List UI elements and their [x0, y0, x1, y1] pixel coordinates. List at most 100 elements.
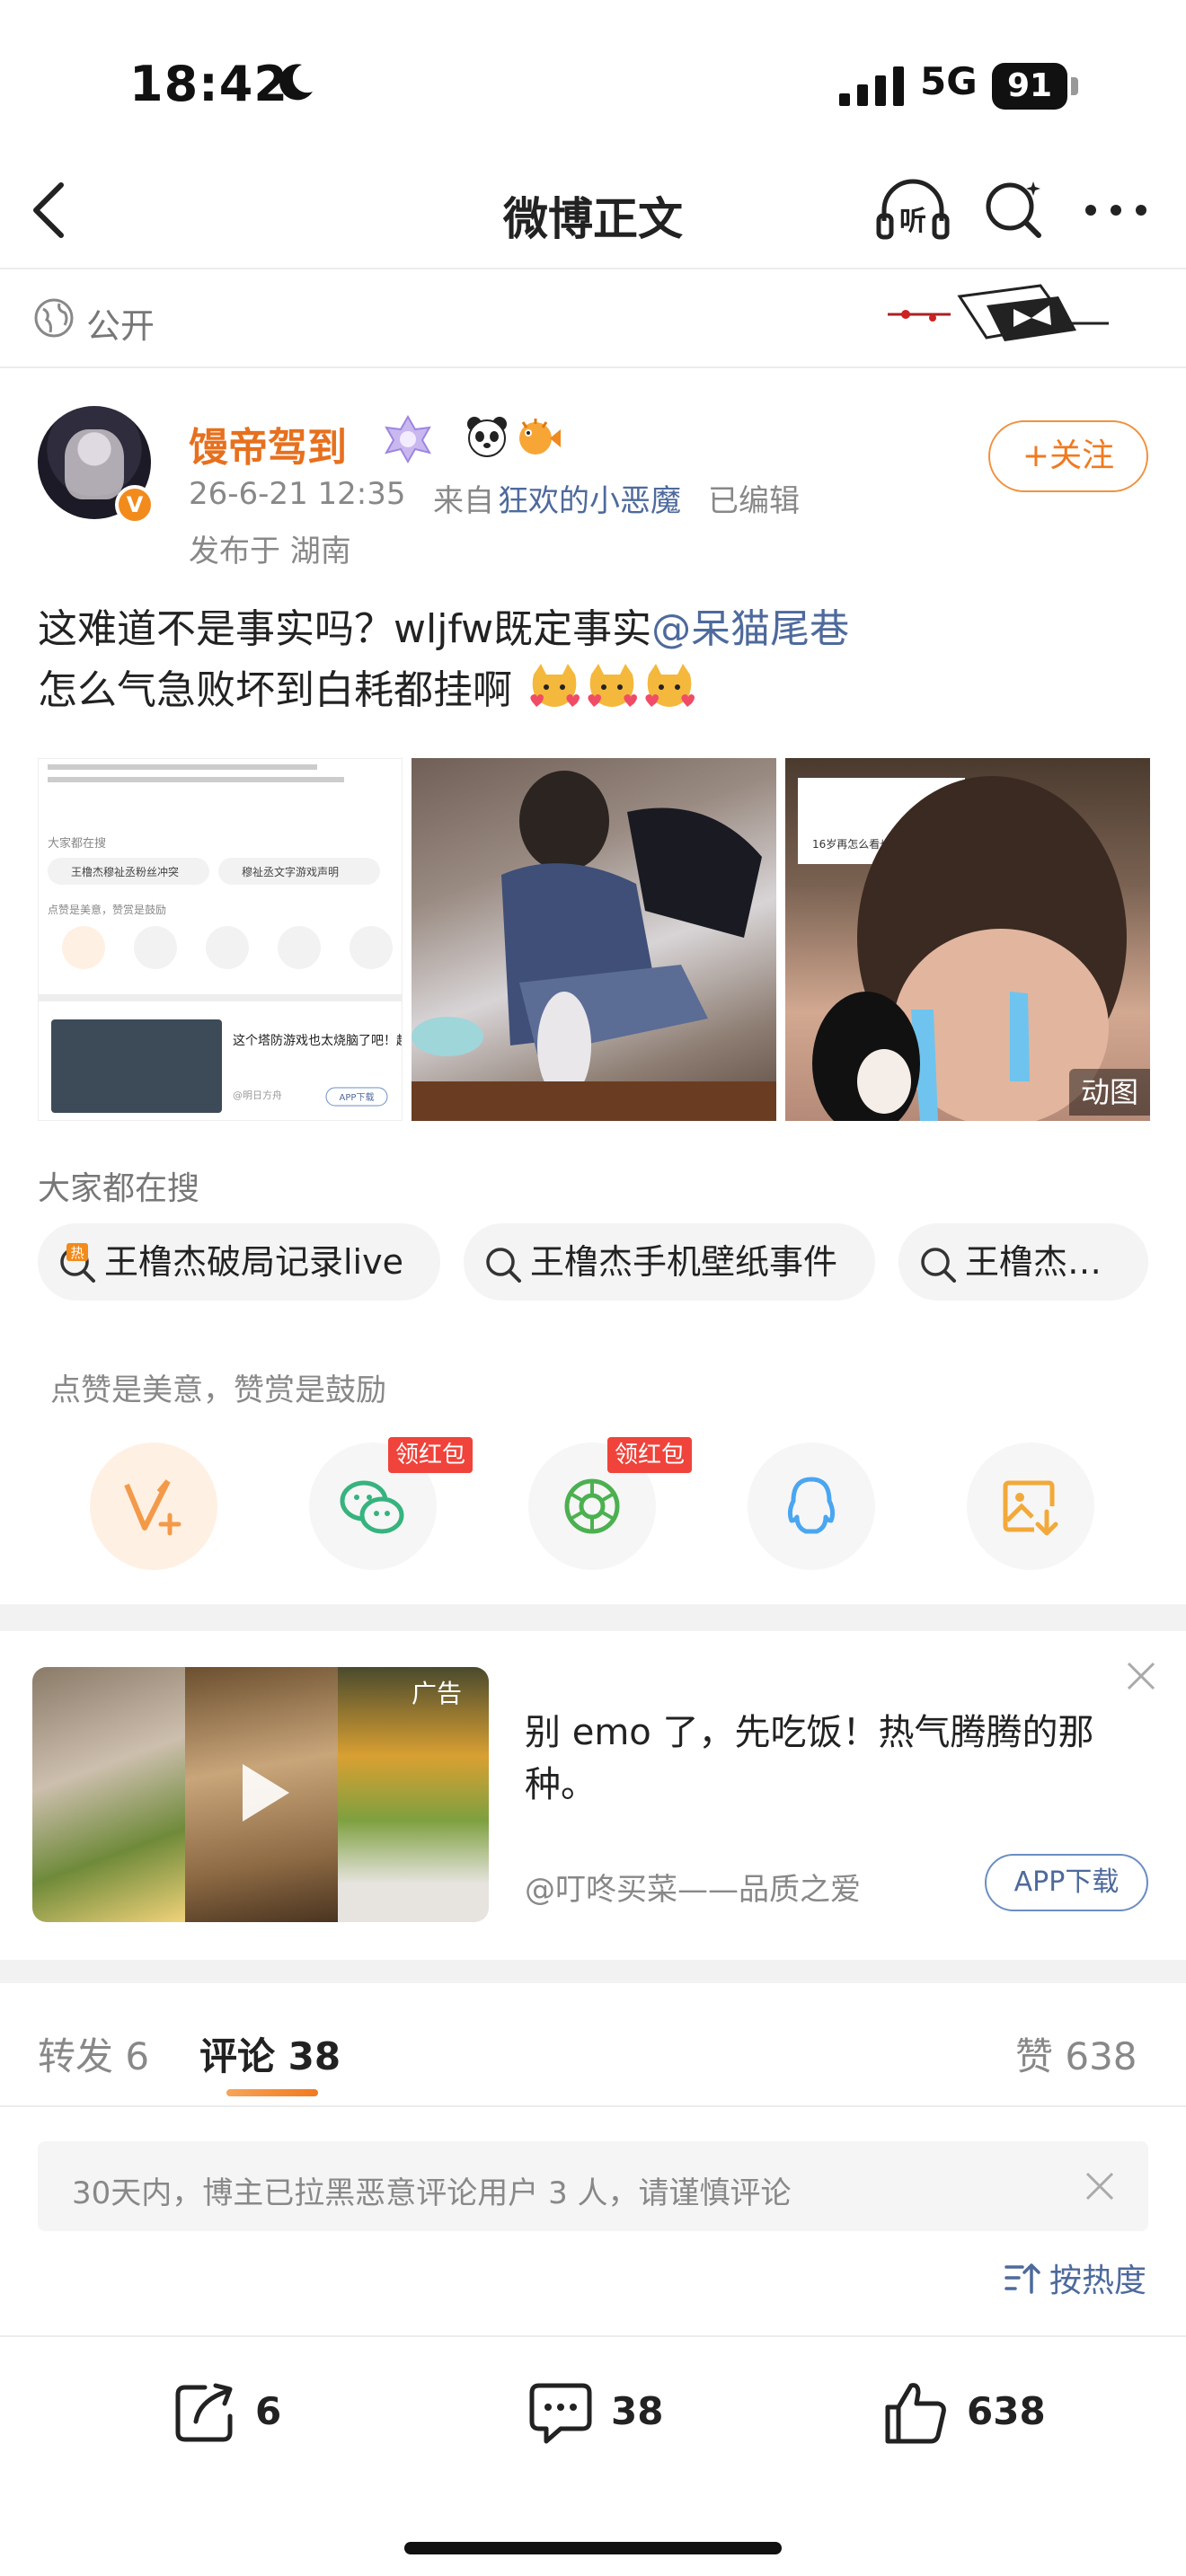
red-packet-badge: 领红包	[607, 1437, 693, 1473]
nav-divider	[0, 268, 1186, 269]
reward-label: 点赞是美意，赞赏是鼓励	[50, 1372, 386, 1408]
screenshot-image-content: 大家都在搜 王橹杰穆祉丞粉丝冲突 穆祉丞文字游戏声明 点赞是美意，赞赏是鼓励 这…	[39, 764, 403, 1113]
hot-search-chip[interactable]: 热 王橹杰破局记录live	[38, 1223, 440, 1301]
globe-icon	[34, 298, 74, 338]
chip-label: 王橹杰…	[965, 1242, 1102, 1282]
thumb-ad-text: 这个塔防游戏也太烧脑了吧！超多高难地图...	[233, 1033, 403, 1048]
hot-search-icon: 热	[60, 1243, 95, 1283]
like-button[interactable]: 638	[881, 2377, 1060, 2448]
chip-label: 王橹杰手机壁纸事件	[530, 1242, 838, 1282]
tab-indicator	[226, 2089, 318, 2096]
svg-text:听: 听	[899, 206, 926, 237]
edited-label[interactable]: 已编辑	[708, 476, 800, 520]
red-packet-badge: 领红包	[388, 1437, 474, 1473]
share-qq-button[interactable]	[748, 1442, 875, 1570]
like-count: 638	[967, 2389, 1046, 2433]
gif-badge: 动图	[1069, 1069, 1150, 1116]
battery-icon: 91	[992, 63, 1078, 110]
moments-icon	[564, 1478, 620, 1534]
photo-image-content	[412, 771, 776, 1121]
sort-label[interactable]: 按热度	[1049, 2254, 1146, 2301]
back-icon[interactable]	[22, 176, 75, 244]
author-name[interactable]: 馒帝驾到	[189, 415, 347, 472]
ad-title[interactable]: 别 emo 了，先吃饭！热气腾腾的那种。	[525, 1707, 1154, 1811]
bottom-bar-divider	[0, 2335, 1186, 2337]
visibility-label: 公开	[86, 306, 155, 346]
post-text: 怎么气急败坏到白耗都挂啊	[38, 667, 512, 713]
source-prefix: 来自	[433, 483, 494, 519]
search-heading: 大家都在搜	[38, 1170, 200, 1207]
tab-like[interactable]: 赞 638	[1015, 2026, 1137, 2081]
tabs-divider	[0, 2105, 1186, 2107]
ad-download-button[interactable]: APP下载	[985, 1854, 1148, 1911]
close-icon[interactable]	[1123, 1658, 1159, 1694]
post-timestamp: 26-6-21 12:35	[189, 476, 406, 512]
verified-badge: V	[115, 485, 155, 525]
section-divider	[0, 366, 1186, 368]
panda-icon	[467, 417, 507, 457]
save-image-button[interactable]	[967, 1442, 1094, 1570]
comment-count: 38	[611, 2389, 664, 2433]
card-decoration-icon	[888, 284, 1109, 341]
thumbs-up-icon	[885, 2383, 946, 2444]
repost-icon	[175, 2383, 233, 2442]
search-chip[interactable]: 王橹杰…	[898, 1223, 1148, 1301]
status-time: 18:42	[129, 56, 288, 112]
thumb-chip: 王橹杰穆祉丞粉丝冲突	[71, 865, 179, 878]
search-icon	[486, 1248, 521, 1283]
play-icon[interactable]	[223, 1755, 298, 1831]
cat-heart-emoji-icon	[645, 664, 695, 707]
sort-icon[interactable]	[1003, 2260, 1042, 2296]
tab-repost[interactable]: 转发 6	[38, 2026, 149, 2081]
reward-button[interactable]	[90, 1442, 217, 1570]
post-location: 发布于 湖南	[189, 534, 351, 569]
moon-icon	[279, 64, 313, 101]
chip-label: 王橹杰破局记录live	[104, 1242, 403, 1282]
search-icon	[921, 1248, 956, 1283]
page-title: 微博正文	[503, 193, 683, 245]
follow-button[interactable]: +关注	[988, 420, 1148, 492]
thumb-ad-button: APP下载	[340, 1092, 375, 1103]
search-chip[interactable]: 王橹杰手机壁纸事件	[464, 1223, 875, 1301]
search-icon[interactable]	[981, 176, 1046, 241]
post-image-gif[interactable]: 16岁再怎么看也就是小孩	[785, 758, 1150, 1121]
ad-tag: 广告	[412, 1679, 463, 1708]
home-indicator	[404, 2542, 782, 2554]
cat-heart-emoji-icon	[530, 664, 580, 707]
notice-text: 30天内，博主已拉黑恶意评论用户 3 人，请谨慎评论	[72, 2175, 792, 2211]
cat-heart-emoji-icon	[588, 664, 637, 707]
tab-comment[interactable]: 评论 38	[199, 2026, 341, 2081]
thumb-chip: 穆祉丞文字游戏声明	[242, 865, 339, 878]
save-image-icon	[1003, 1480, 1058, 1536]
signal-icon	[839, 66, 904, 106]
comment-icon	[529, 2383, 592, 2444]
battery-level: 91	[992, 63, 1067, 110]
repost-count: 6	[255, 2389, 282, 2433]
more-icon[interactable]	[1082, 176, 1150, 244]
section-gap	[0, 1604, 1186, 1631]
thumb-reward-label: 点赞是美意，赞赏是鼓励	[48, 903, 166, 916]
post-text-line2: 怎么气急败坏到白耗都挂啊	[38, 657, 697, 715]
post-image-screenshot[interactable]: 大家都在搜 王橹杰穆祉丞粉丝冲突 穆祉丞文字游戏声明 点赞是美意，赞赏是鼓励 这…	[38, 758, 403, 1121]
post-image-photo[interactable]	[412, 758, 776, 1121]
qq-icon	[787, 1477, 836, 1534]
post-source-link[interactable]: 狂欢的小恶魔	[498, 476, 681, 520]
network-type: 5G	[920, 59, 978, 103]
comment-button[interactable]: 38	[525, 2377, 704, 2448]
hot-badge: 热	[70, 1245, 84, 1261]
reward-v-icon	[124, 1479, 181, 1536]
post-text-line1: 这难道不是事实吗？wljfw既定事实@呆猫尾巷	[38, 596, 849, 654]
medal-icon	[384, 414, 432, 463]
repost-button[interactable]: 6	[169, 2377, 349, 2448]
ad-source: @叮咚买菜——品质之爱	[525, 1872, 861, 1908]
section-gap	[0, 1960, 1186, 1983]
thumb-search-heading: 大家都在搜	[48, 836, 106, 851]
close-icon[interactable]	[1082, 2168, 1118, 2204]
pufferfish-icon	[519, 419, 561, 454]
post-text: 这难道不是事实吗？wljfw既定事实	[38, 606, 652, 652]
gif-image-content: 16岁再怎么看也就是小孩	[798, 776, 1127, 1121]
wechat-icon	[340, 1480, 404, 1534]
mention-link[interactable]: @呆猫尾巷	[651, 606, 849, 652]
thumb-ad-source: @明日方舟	[233, 1089, 282, 1101]
listen-icon[interactable]: 听	[875, 176, 951, 241]
